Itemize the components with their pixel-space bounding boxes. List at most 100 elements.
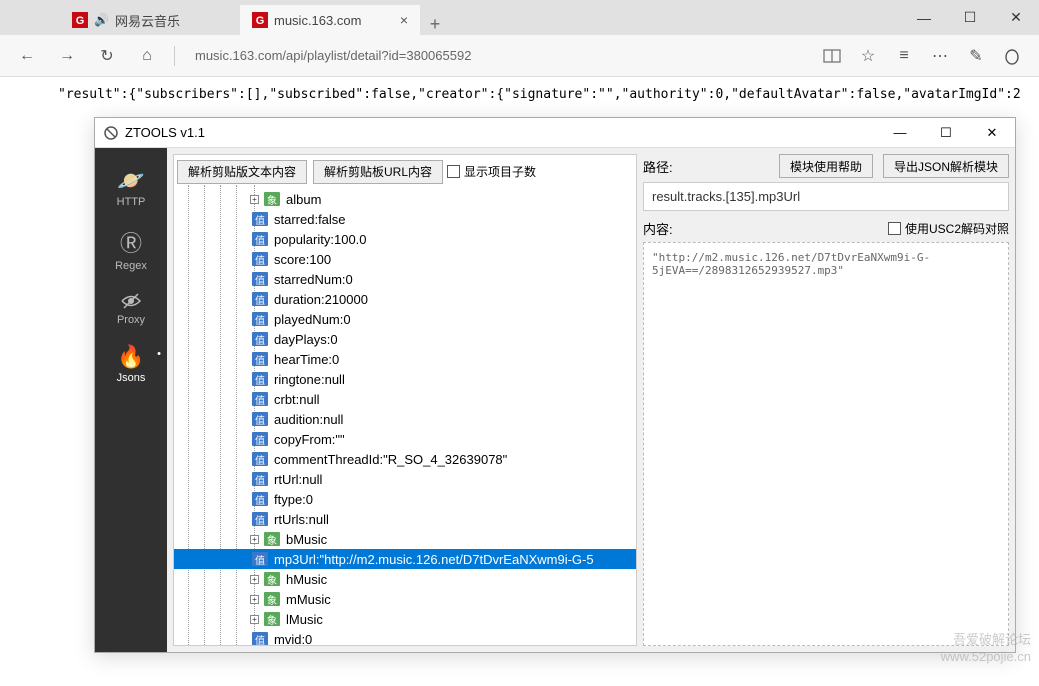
forward-button[interactable]: →	[50, 39, 84, 73]
tree-row[interactable]: 值 popularity:100.0	[174, 229, 636, 249]
tree-row[interactable]: 值copyFrom:""	[174, 429, 636, 449]
tree-row[interactable]: 值score:100	[174, 249, 636, 269]
tree-row[interactable]: 值mvid:0	[174, 629, 636, 645]
tree-row[interactable]: 值 crbt:null	[174, 389, 636, 409]
show-count-checkbox[interactable]: 显示项目子数	[447, 163, 536, 180]
new-tab-button[interactable]: +	[420, 14, 450, 35]
path-value[interactable]: result.tracks.[135].mp3Url	[643, 182, 1009, 211]
value-tag-icon: 值	[252, 392, 268, 406]
more-button[interactable]: ⋯	[923, 39, 957, 73]
tree-row[interactable]: 值commentThreadId:"R_SO_4_32639078"	[174, 449, 636, 469]
sidebar-item-http[interactable]: 🪐 HTTP	[95, 162, 167, 214]
tree-row-label: mvid:0	[274, 632, 312, 646]
tree-row[interactable]: 值 audition:null	[174, 409, 636, 429]
usc2-checkbox[interactable]: 使用USC2解码对照	[888, 220, 1009, 237]
tree-row-label: ftype:0	[274, 492, 313, 507]
value-tag-icon: 值	[252, 232, 268, 246]
parse-text-button[interactable]: 解析剪贴版文本内容	[177, 160, 307, 184]
tree-row[interactable]: 值dayPlays:0	[174, 329, 636, 349]
ztools-titlebar[interactable]: ZTOOLS v1.1 — ☐ ✕	[95, 118, 1015, 148]
back-button[interactable]: ←	[10, 39, 44, 73]
expand-icon[interactable]: +	[250, 575, 259, 584]
browser-tab-0[interactable]: G 🔊 网易云音乐	[60, 5, 240, 35]
parse-url-button[interactable]: 解析剪贴板URL内容	[313, 160, 443, 184]
tree-row[interactable]: 值mp3Url:"http://m2.music.126.net/D7tDvrE…	[174, 549, 636, 569]
home-button[interactable]: ⌂	[130, 39, 164, 73]
page-content: "result":{"subscribers":[],"subscribed":…	[0, 77, 1039, 686]
tree-row[interactable]: 值rtUrls:null	[174, 509, 636, 529]
favorite-button[interactable]: ☆	[851, 39, 885, 73]
reading-icon[interactable]	[815, 39, 849, 73]
value-tag-icon: 值	[252, 372, 268, 386]
value-tag-icon: 值	[252, 452, 268, 466]
tree-row[interactable]: +象mMusic	[174, 589, 636, 609]
export-json-button[interactable]: 导出JSON解析模块	[883, 154, 1009, 178]
browser-tab-1[interactable]: G music.163.com ×	[240, 5, 420, 35]
tree-row[interactable]: 值starred:false	[174, 209, 636, 229]
tree-row[interactable]: 值playedNum:0	[174, 309, 636, 329]
tree-row-label: bMusic	[286, 532, 327, 547]
raw-json-text: "result":{"subscribers":[],"subscribed":…	[0, 87, 1039, 102]
tree-row-label: duration:210000	[274, 292, 368, 307]
tree-row[interactable]: + 象 bMusic	[174, 529, 636, 549]
help-button[interactable]: 模块使用帮助	[779, 154, 873, 178]
tree-row-label: starred:false	[274, 212, 346, 227]
window-close-button[interactable]: ✕	[993, 0, 1039, 35]
window-maximize-button[interactable]: ☐	[947, 0, 993, 35]
sidebar-item-label: HTTP	[117, 196, 146, 208]
ztools-maximize-button[interactable]: ☐	[923, 118, 969, 148]
netease-favicon-icon: G	[72, 12, 88, 28]
sidebar-item-proxy[interactable]: Proxy	[95, 284, 167, 332]
regex-icon: Ⓡ	[120, 226, 142, 258]
tree-row[interactable]: 值starredNum:0	[174, 269, 636, 289]
object-tag-icon: 象	[264, 532, 280, 546]
tree-row-label: hearTime:0	[274, 352, 339, 367]
checkbox-icon	[888, 222, 901, 235]
expand-icon[interactable]: +	[250, 535, 259, 544]
tree-row[interactable]: 值 duration:210000	[174, 289, 636, 309]
browser-window: G 🔊 网易云音乐 G music.163.com × + — ☐ ✕ ← → …	[0, 0, 1039, 686]
expand-icon[interactable]: +	[250, 615, 259, 624]
expand-icon[interactable]: +	[250, 595, 259, 604]
value-tag-icon: 值	[252, 272, 268, 286]
value-tag-icon: 值	[252, 512, 268, 526]
json-tree[interactable]: +象album值starred:false值popularity:100.0值s…	[174, 185, 636, 645]
value-tag-icon: 值	[252, 412, 268, 426]
address-bar[interactable]: music.163.com/api/playlist/detail?id=380…	[185, 48, 809, 63]
browser-toolbar: ← → ↻ ⌂ music.163.com/api/playlist/detai…	[0, 35, 1039, 77]
tree-row[interactable]: 值rtUrl:null	[174, 469, 636, 489]
tree-row[interactable]: +象album	[174, 189, 636, 209]
tree-row-label: mMusic	[286, 592, 331, 607]
tree-row[interactable]: 值 ringtone:null	[174, 369, 636, 389]
ztools-title: ZTOOLS v1.1	[125, 125, 205, 140]
close-tab-icon[interactable]: ×	[400, 12, 408, 28]
sidebar-item-jsons[interactable]: 🔥 Jsons	[95, 338, 167, 390]
ztools-minimize-button[interactable]: —	[877, 118, 923, 148]
content-value[interactable]: "http://m2.music.126.net/D7tDvrEaNXwm9i-…	[643, 242, 1009, 646]
tree-row-label: crbt:null	[274, 392, 320, 407]
path-label: 路径:	[643, 157, 683, 176]
value-tag-icon: 值	[252, 312, 268, 326]
edit-icon[interactable]: ✎	[959, 39, 993, 73]
tree-row[interactable]: 值ftype:0	[174, 489, 636, 509]
window-minimize-button[interactable]: —	[901, 0, 947, 35]
qq-icon[interactable]	[995, 39, 1029, 73]
tree-row-label: audition:null	[274, 412, 343, 427]
tab-title: music.163.com	[274, 13, 361, 28]
expand-icon[interactable]: +	[250, 195, 259, 204]
sound-icon: 🔊	[94, 13, 109, 27]
checkbox-label: 使用USC2解码对照	[905, 220, 1009, 237]
sidebar-item-regex[interactable]: Ⓡ Regex	[95, 220, 167, 278]
tree-row-label: popularity:100.0	[274, 232, 367, 247]
tree-row[interactable]: +象lMusic	[174, 609, 636, 629]
value-tag-icon: 值	[252, 352, 268, 366]
ztools-close-button[interactable]: ✕	[969, 118, 1015, 148]
menu-button[interactable]: ≡	[887, 39, 921, 73]
tree-row[interactable]: 值 hearTime:0	[174, 349, 636, 369]
object-tag-icon: 象	[264, 192, 280, 206]
refresh-button[interactable]: ↻	[90, 39, 124, 73]
tree-row[interactable]: +象hMusic	[174, 569, 636, 589]
value-tag-icon: 值	[252, 292, 268, 306]
ztools-app-icon	[103, 125, 119, 141]
tree-row-label: ringtone:null	[274, 372, 345, 387]
